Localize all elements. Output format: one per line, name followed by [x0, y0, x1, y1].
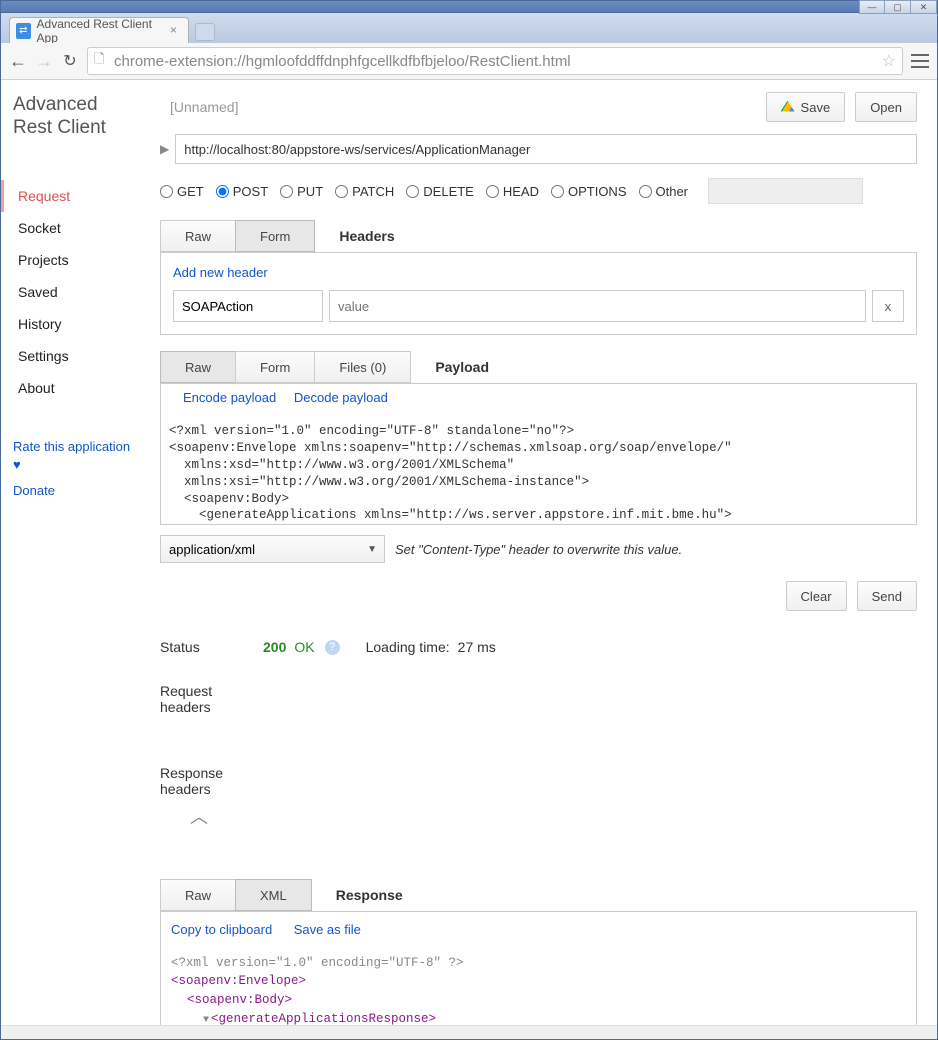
clear-button[interactable]: Clear [786, 581, 847, 611]
headers-tab-raw[interactable]: Raw [160, 220, 236, 252]
donate-link[interactable]: Donate [13, 478, 134, 504]
content-type-select[interactable]: application/xml [160, 535, 385, 563]
response-headers-label: Response headers [160, 765, 240, 797]
response-tab-xml[interactable]: XML [235, 879, 312, 911]
back-icon[interactable]: ← [9, 51, 27, 72]
sidebar-item-saved[interactable]: Saved [13, 276, 134, 308]
payload-tab-raw[interactable]: Raw [160, 351, 236, 383]
headers-section-label: Headers [339, 228, 394, 244]
payload-panel: Encode payload Decode payload <?xml vers… [160, 383, 917, 525]
open-button[interactable]: Open [855, 92, 917, 122]
header-value-input[interactable] [329, 290, 866, 322]
sidebar-item-projects[interactable]: Projects [13, 244, 134, 276]
reload-icon[interactable]: ↻ [61, 51, 79, 71]
xml-line: <generateApplicationsResponse> [211, 1012, 436, 1025]
add-header-link[interactable]: Add new header [173, 265, 268, 280]
browser-tabbar: ⇄ Advanced Rest Client App × [1, 13, 937, 43]
page-icon: 🗋 [94, 50, 108, 72]
minimize-button[interactable]: — [859, 0, 885, 14]
close-button[interactable]: ✕ [911, 0, 937, 14]
loading-time-label: Loading time: [366, 639, 450, 655]
header-name-input[interactable] [173, 290, 323, 322]
payload-body-textarea[interactable]: <?xml version="1.0" encoding="UTF-8" sta… [161, 419, 916, 521]
method-post[interactable]: POST [216, 184, 268, 199]
loading-time-value: 27 ms [458, 639, 496, 655]
method-head[interactable]: HEAD [486, 184, 539, 199]
sidebar-item-about[interactable]: About [13, 372, 134, 404]
tree-caret-icon[interactable]: ▼ [203, 1015, 209, 1025]
save-button[interactable]: Save [766, 92, 846, 122]
sidebar-item-history[interactable]: History [13, 308, 134, 340]
request-headers-label: Request headers [160, 683, 230, 715]
payload-tab-files[interactable]: Files (0) [314, 351, 411, 383]
browser-tab[interactable]: ⇄ Advanced Rest Client App × [9, 17, 189, 43]
favicon-icon: ⇄ [16, 23, 31, 39]
xml-line: <?xml version="1.0" encoding="UTF-8" ?> [171, 954, 906, 973]
bookmark-icon[interactable]: ☆ [882, 51, 896, 71]
menu-icon[interactable] [911, 54, 929, 68]
headers-panel: Add new header x [160, 252, 917, 335]
method-put[interactable]: PUT [280, 184, 323, 199]
headers-tab-form[interactable]: Form [235, 220, 315, 252]
method-other[interactable]: Other [639, 184, 689, 199]
copy-clipboard-link[interactable]: Copy to clipboard [171, 920, 272, 940]
method-patch[interactable]: PATCH [335, 184, 394, 199]
send-button[interactable]: Send [857, 581, 917, 611]
rate-link[interactable]: Rate this application ♥ [13, 434, 134, 478]
status-code: 200 [263, 639, 286, 655]
payload-section-label: Payload [435, 359, 489, 375]
chevron-up-icon[interactable]: ︿ [190, 803, 917, 829]
response-panel: Copy to clipboard Save as file <?xml ver… [160, 911, 917, 1025]
help-icon[interactable]: ? [325, 640, 340, 655]
status-label: Status [160, 639, 255, 655]
response-section-label: Response [336, 887, 403, 903]
save-button-label: Save [801, 100, 831, 115]
method-options[interactable]: OPTIONS [551, 184, 627, 199]
content-type-hint: Set "Content-Type" header to overwrite t… [395, 542, 682, 557]
drive-icon [781, 101, 795, 114]
omnibox[interactable]: 🗋 ☆ [87, 47, 903, 75]
url-expand-icon[interactable]: ▶ [160, 142, 169, 156]
maximize-button[interactable]: ▢ [885, 0, 911, 14]
header-delete-button[interactable]: x [872, 290, 904, 322]
xml-line: <soapenv:Body> [187, 993, 292, 1007]
url-bar[interactable] [114, 53, 876, 70]
app-title: Advanced Rest Client [13, 94, 134, 140]
forward-icon: → [35, 51, 53, 72]
horizontal-scrollbar[interactable] [1, 1025, 937, 1039]
decode-payload-link[interactable]: Decode payload [294, 390, 388, 405]
method-delete[interactable]: DELETE [406, 184, 474, 199]
status-text: OK [294, 639, 314, 655]
tab-title: Advanced Rest Client App [37, 17, 163, 45]
main-content: [Unnamed] Save Open ▶ GET POST PUT PATCH… [146, 80, 937, 1025]
sidebar: Advanced Rest Client Request Socket Proj… [1, 80, 146, 1025]
save-as-file-link[interactable]: Save as file [294, 920, 361, 940]
http-method-group: GET POST PUT PATCH DELETE HEAD OPTIONS O… [160, 178, 917, 204]
method-get[interactable]: GET [160, 184, 204, 199]
request-url-input[interactable] [175, 134, 917, 164]
sidebar-item-settings[interactable]: Settings [13, 340, 134, 372]
encode-payload-link[interactable]: Encode payload [183, 390, 276, 405]
new-tab-button[interactable] [195, 23, 215, 41]
tab-close-icon[interactable]: × [169, 26, 178, 36]
method-other-input[interactable] [708, 178, 863, 204]
response-tab-raw[interactable]: Raw [160, 879, 236, 911]
window-titlebar: — ▢ ✕ [1, 1, 937, 13]
sidebar-item-socket[interactable]: Socket [13, 212, 134, 244]
browser-navbar: ← → ↻ 🗋 ☆ [1, 43, 937, 80]
request-name[interactable]: [Unnamed] [160, 95, 756, 119]
payload-tab-form[interactable]: Form [235, 351, 315, 383]
sidebar-item-request[interactable]: Request [1, 180, 134, 212]
xml-line: <soapenv:Envelope> [171, 974, 306, 988]
